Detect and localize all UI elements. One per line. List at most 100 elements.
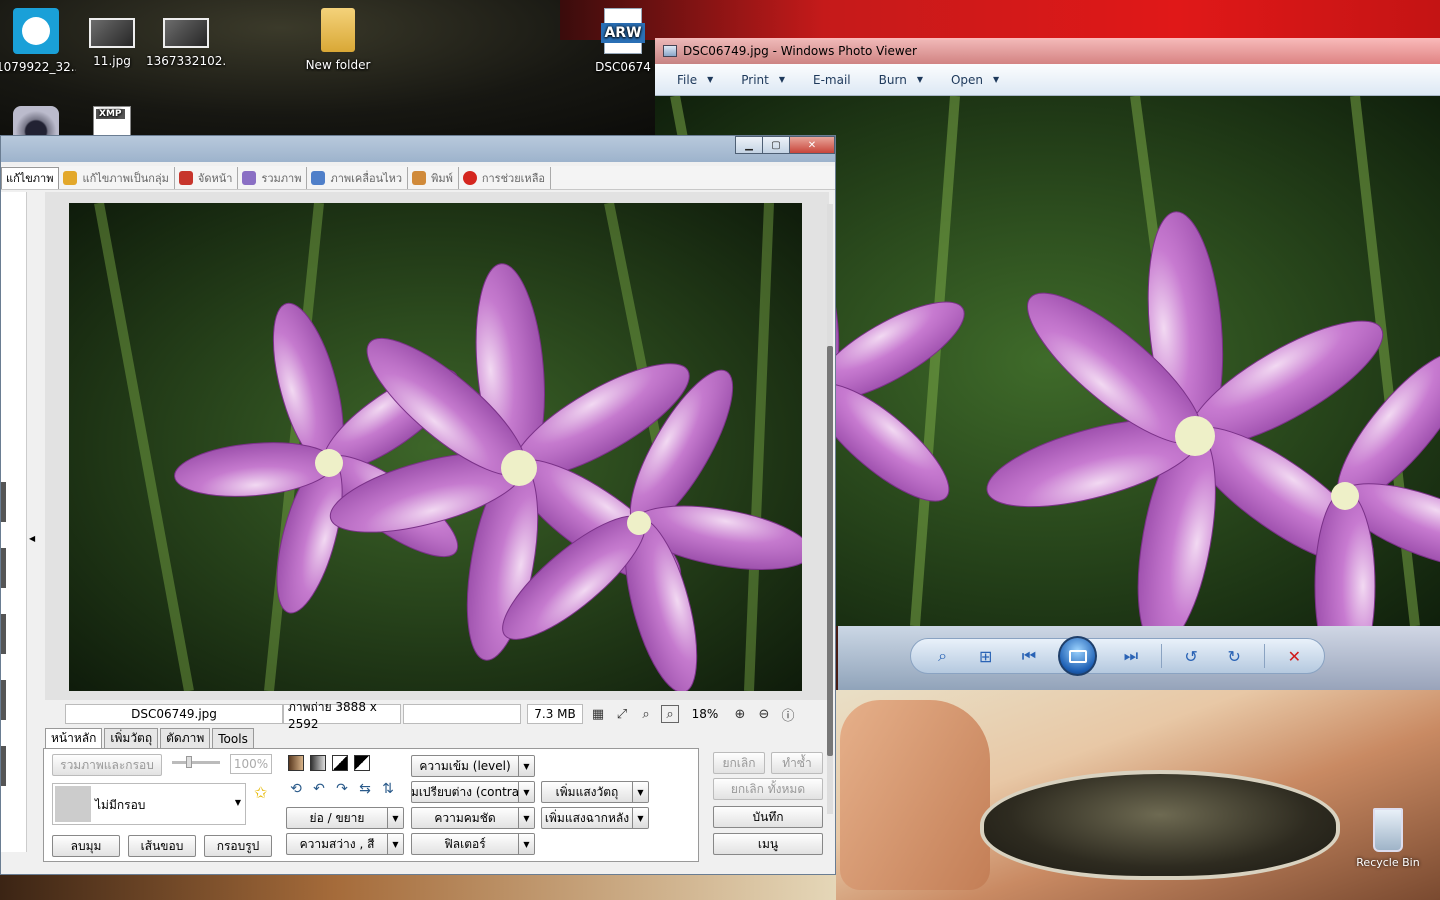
desktop-icon-xmp[interactable]: XMP <box>72 106 152 136</box>
vertical-scrollbar[interactable] <box>827 204 833 814</box>
animation-icon <box>311 170 326 185</box>
close-icon[interactable]: ✕ <box>789 136 835 154</box>
desktop-icon-new-folder[interactable]: New folder <box>298 8 378 72</box>
tab-print[interactable]: พิมพ์ <box>408 166 459 189</box>
menu-open[interactable]: Open ▼ <box>951 73 999 87</box>
zoom-actual-icon[interactable]: ⌕ <box>637 705 655 723</box>
next-icon[interactable]: ⏭ <box>1117 644 1144 668</box>
scrollbar-thumb[interactable] <box>827 346 833 756</box>
batch-icon <box>63 170 78 185</box>
level-button[interactable]: ความเข้ม (level) ▼ <box>411 755 535 777</box>
image-file-icon <box>89 18 135 48</box>
menu-print[interactable]: Print ▼ <box>741 73 785 87</box>
contrast-button[interactable]: มเปรียบต่าง (contra ▼ <box>411 781 535 803</box>
menu-burn[interactable]: Burn ▼ <box>879 73 923 87</box>
editor-titlebar[interactable]: ▁ ▢ ✕ <box>1 136 835 162</box>
photo-viewer-titlebar[interactable]: DSC06749.jpg - Windows Photo Viewer <box>655 38 1440 64</box>
undo-all-button[interactable]: ยกเลิก ทั้งหมด <box>713 778 823 800</box>
actual-size-icon[interactable]: ⊞ <box>972 644 999 668</box>
zoom-in-icon[interactable]: ⊕ <box>731 705 749 723</box>
menu-button[interactable]: เมนู <box>713 833 823 855</box>
slider-thumb[interactable] <box>186 756 192 768</box>
thumbnail-strip[interactable] <box>1 482 7 812</box>
undo-button[interactable]: ยกเลิก <box>713 752 765 774</box>
chevron-down-icon: ▼ <box>387 808 403 828</box>
round-corners-button[interactable]: ลบมุม <box>52 835 120 857</box>
file-browser-strip: ◀ <box>1 192 35 852</box>
sepia-icon[interactable] <box>288 755 304 771</box>
status-filesize: 7.3 MB <box>527 704 583 724</box>
sharpness-button[interactable]: ความคมชัด ▼ <box>411 807 535 829</box>
tab-combine[interactable]: รวมภาพ <box>238 166 308 189</box>
grayscale-icon[interactable] <box>310 755 326 771</box>
menu-email[interactable]: E-mail <box>813 73 851 87</box>
tab-animation[interactable]: ภาพเคลื่อนไหว <box>307 166 409 189</box>
invert-icon[interactable] <box>354 755 370 771</box>
image-file-icon <box>163 18 209 48</box>
desktop-icon-1367[interactable]: 1367332102... <box>146 8 226 68</box>
brightness-button[interactable]: ความสว่าง , สี ▼ <box>286 833 404 855</box>
camera-app-icon <box>13 106 59 136</box>
zoom-icon[interactable]: ⌕ <box>929 644 956 668</box>
info-icon[interactable]: ⓘ <box>779 705 797 724</box>
tab-batch-edit[interactable]: แก้ไขภาพเป็นกลุ่ม <box>59 166 175 189</box>
zoom-out-icon[interactable]: ⊖ <box>755 705 773 723</box>
chevron-down-icon: ▼ <box>632 808 648 828</box>
subtab-home[interactable]: หน้าหลัก <box>45 728 103 748</box>
opacity-slider[interactable] <box>172 756 220 768</box>
tab-page-layout[interactable]: จัดหน้า <box>175 166 239 189</box>
rotate-icon[interactable]: ⟲ <box>288 781 304 797</box>
separator <box>1160 644 1162 668</box>
rotate-left-icon[interactable]: ↶ <box>311 781 327 797</box>
maximize-icon[interactable]: ▢ <box>762 136 790 154</box>
filter-button[interactable]: ฟิลเตอร์ ▼ <box>411 833 535 855</box>
border-button[interactable]: เส้นขอบ <box>128 835 196 857</box>
window-caption-buttons: ▁ ▢ ✕ <box>735 136 835 154</box>
wallpaper-finger <box>840 700 990 890</box>
status-filename: DSC06749.jpg <box>65 704 283 724</box>
chevron-down-icon: ▼ <box>234 798 241 807</box>
desktop-icon-recycle-bin[interactable]: Recycle Bin <box>1356 808 1420 869</box>
fit-screen-icon[interactable]: ⤢ <box>613 705 631 723</box>
desktop-icon-11jpg[interactable]: 11.jpg <box>72 8 152 68</box>
help-icon <box>462 170 477 185</box>
rotate-left-icon[interactable]: ↺ <box>1178 644 1205 668</box>
desktop-icon-app[interactable]: 1079922_32... <box>0 8 76 74</box>
rotate-right-icon[interactable]: ↻ <box>1221 644 1248 668</box>
frame-selector[interactable]: ไม่มีกรอบ ▼ <box>52 783 246 825</box>
chevron-down-icon: ▼ <box>387 834 403 854</box>
collapse-arrow-icon[interactable]: ◀ <box>29 534 35 543</box>
slideshow-icon[interactable] <box>1058 636 1098 676</box>
subtab-tools[interactable]: Tools <box>212 728 254 748</box>
tab-edit-image[interactable]: แก้ไขภาพ <box>1 166 60 189</box>
transparency-grid-icon[interactable]: ▦ <box>589 705 607 723</box>
add-light-background-button[interactable]: เพิ่มแสงฉากหลัง ▼ <box>541 807 649 829</box>
redo-button[interactable]: ทำซ้ำ <box>771 752 823 774</box>
rotate-right-icon[interactable]: ↷ <box>334 781 350 797</box>
minimize-icon[interactable]: ▁ <box>735 136 763 154</box>
resize-button[interactable]: ย่อ / ขยาย ▼ <box>286 807 404 829</box>
menu-file[interactable]: File ▼ <box>677 73 713 87</box>
delete-icon[interactable]: ✕ <box>1281 644 1308 668</box>
chevron-down-icon: ▼ <box>518 808 534 828</box>
add-light-object-button[interactable]: เพิ่มแสงวัตถุ ▼ <box>541 781 649 803</box>
recycle-bin-icon <box>1373 808 1403 852</box>
transform-tools: ⟲ ↶ ↷ ⇆ ⇅ <box>288 781 403 797</box>
status-bar: DSC06749.jpg ภาพถ่าย 3888 x 2592 7.3 MB … <box>65 700 803 731</box>
flip-vertical-icon[interactable]: ⇅ <box>380 781 396 797</box>
subtab-add-object[interactable]: เพิ่มวัตถุ <box>104 728 159 748</box>
save-button[interactable]: บันทึก <box>713 806 823 828</box>
zoom-fit-icon[interactable]: ⌕ <box>661 705 679 723</box>
previous-icon[interactable]: ⏮ <box>1015 644 1042 668</box>
tab-help[interactable]: การช่วยเหลือ <box>459 166 552 189</box>
desktop-icon-camera[interactable] <box>0 106 76 136</box>
frame-button[interactable]: กรอบรูป <box>204 835 272 857</box>
editor-image <box>69 203 802 691</box>
subtab-crop[interactable]: ตัดภาพ <box>160 728 211 748</box>
combine-frame-button[interactable]: รวมภาพและกรอบ <box>52 754 162 776</box>
star-icon[interactable]: ✩ <box>254 783 267 802</box>
flip-horizontal-icon[interactable]: ⇆ <box>357 781 373 797</box>
opacity-value[interactable]: 100% <box>230 754 272 774</box>
black-white-icon[interactable] <box>332 755 348 771</box>
desktop-icon-arw[interactable]: ARW DSC0674 <box>592 8 654 74</box>
